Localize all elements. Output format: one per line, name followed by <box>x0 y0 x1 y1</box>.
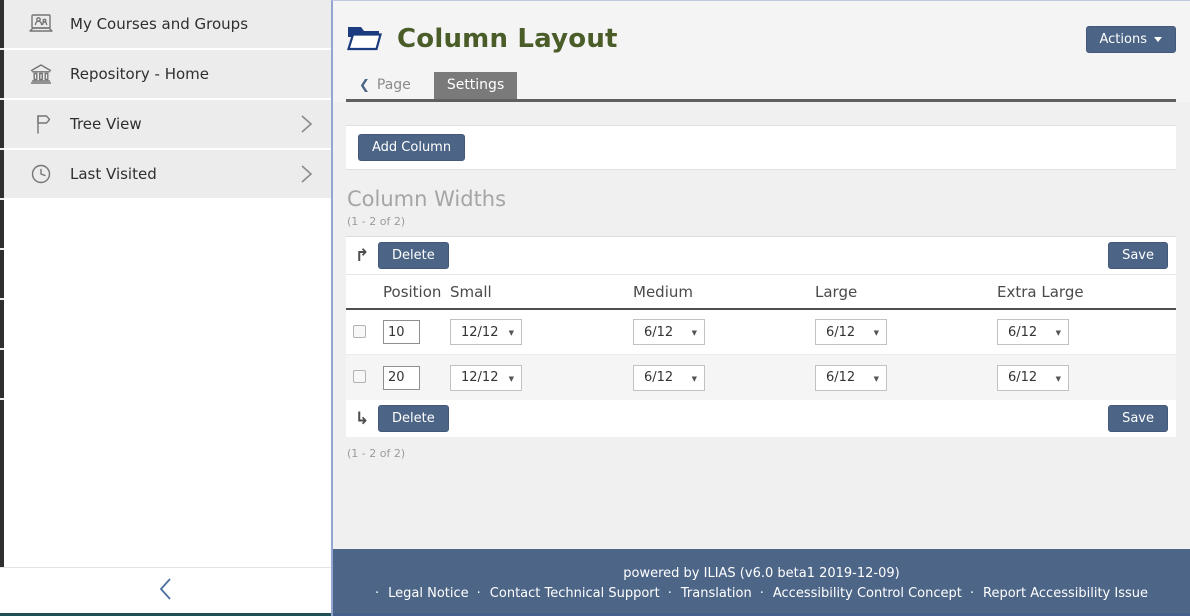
row-checkbox[interactable] <box>353 325 366 338</box>
folder-icon <box>346 22 383 56</box>
small-width-select[interactable]: 12/12 <box>450 319 522 345</box>
sidebar-item-last-visited[interactable]: Last Visited <box>4 150 331 198</box>
main-area: Column Layout Actions ❮ Page Settings Ad… <box>331 0 1190 616</box>
delete-button-bottom[interactable]: Delete <box>378 405 449 432</box>
chevron-right-icon <box>300 114 313 134</box>
sidebar-item-my-courses[interactable]: My Courses and Groups <box>4 0 331 48</box>
page-content: Add Column Column Widths (1 - 2 of 2) ↱ … <box>333 102 1190 549</box>
sidebar-item-repository[interactable]: Repository - Home <box>4 50 331 98</box>
medium-width-select[interactable]: 6/12 <box>633 365 705 391</box>
chevron-right-icon <box>300 164 313 184</box>
table-header-row: Position Small Medium Large Extra Large <box>346 274 1176 310</box>
medium-width-select[interactable]: 6/12 <box>633 319 705 345</box>
extra-large-width-select[interactable]: 6/12 <box>997 365 1069 391</box>
row-checkbox[interactable] <box>353 370 366 383</box>
table-toolbar-top: ↱ Delete Save <box>346 237 1176 274</box>
page-title: Column Layout <box>397 24 618 54</box>
sidebar: My Courses and Groups Repository - Home <box>0 0 331 616</box>
footer-links: Legal Notice Contact Technical Support T… <box>343 586 1180 601</box>
sidebar-item-tree-view[interactable]: Tree View <box>4 100 331 148</box>
tab-settings[interactable]: Settings <box>434 72 517 99</box>
sidebar-item-label: Last Visited <box>70 165 157 183</box>
chevron-left-icon <box>157 576 175 606</box>
save-button-bottom[interactable]: Save <box>1108 405 1168 432</box>
tab-label: Settings <box>447 77 504 93</box>
tab-bar: ❮ Page Settings <box>346 72 1176 102</box>
large-width-select[interactable]: 6/12 <box>815 319 887 345</box>
apply-up-arrow-icon: ↱ <box>352 246 372 266</box>
courses-icon <box>28 11 54 37</box>
footer-link-translation[interactable]: Translation <box>668 586 752 601</box>
sidebar-item-label: My Courses and Groups <box>70 15 248 33</box>
column-header-small: Small <box>450 283 633 301</box>
powered-by-text: powered by ILIAS (v6.0 beta1 2019-12-09) <box>343 566 1180 581</box>
result-range: (1 - 2 of 2) <box>347 215 1176 228</box>
table-row: 12/12 6/12 6/12 6/12 <box>346 355 1176 400</box>
page-header: Column Layout Actions ❮ Page Settings <box>333 1 1190 102</box>
column-header-medium: Medium <box>633 283 815 301</box>
table-toolbar-bottom: ↳ Delete Save <box>346 400 1176 437</box>
clock-icon <box>28 161 54 187</box>
tab-label: Page <box>377 77 411 93</box>
delete-button-top[interactable]: Delete <box>378 242 449 269</box>
sidebar-collapse-button[interactable] <box>0 567 331 613</box>
position-input[interactable] <box>383 320 420 344</box>
extra-large-width-select[interactable]: 6/12 <box>997 319 1069 345</box>
position-input[interactable] <box>383 366 420 390</box>
caret-down-icon <box>1154 37 1162 42</box>
chevron-left-icon: ❮ <box>359 78 370 93</box>
result-range-bottom: (1 - 2 of 2) <box>347 447 1176 460</box>
add-column-button[interactable]: Add Column <box>358 134 465 161</box>
section-title: Column Widths <box>347 187 1176 211</box>
column-widths-section-header: Column Widths (1 - 2 of 2) <box>347 187 1176 228</box>
save-button-top[interactable]: Save <box>1108 242 1168 269</box>
actions-button-label: Actions <box>1100 32 1148 47</box>
sidebar-item-label: Tree View <box>70 115 142 133</box>
footer-link-legal-notice[interactable]: Legal Notice <box>375 586 469 601</box>
repository-icon <box>28 61 54 87</box>
footer-link-report-accessibility[interactable]: Report Accessibility Issue <box>970 586 1148 601</box>
app-window: My Courses and Groups Repository - Home <box>0 0 1190 616</box>
column-header-position: Position <box>383 283 450 301</box>
signpost-icon <box>28 111 54 137</box>
small-width-select[interactable]: 12/12 <box>450 365 522 391</box>
sidebar-item-label: Repository - Home <box>70 65 209 83</box>
column-header-large: Large <box>815 283 997 301</box>
column-header-extra-large: Extra Large <box>997 283 1176 301</box>
table-row: 12/12 6/12 6/12 6/12 <box>346 310 1176 355</box>
footer-link-accessibility-concept[interactable]: Accessibility Control Concept <box>760 586 962 601</box>
footer: powered by ILIAS (v6.0 beta1 2019-12-09)… <box>333 549 1190 616</box>
actions-button[interactable]: Actions <box>1086 26 1177 53</box>
large-width-select[interactable]: 6/12 <box>815 365 887 391</box>
tab-page[interactable]: ❮ Page <box>346 72 424 99</box>
footer-link-contact-support[interactable]: Contact Technical Support <box>477 586 660 601</box>
column-widths-table: ↱ Delete Save Position Small Medium Larg… <box>346 236 1176 437</box>
add-column-toolbar: Add Column <box>346 125 1176 170</box>
sidebar-menu: My Courses and Groups Repository - Home <box>4 0 331 198</box>
apply-down-arrow-icon: ↳ <box>352 409 372 429</box>
